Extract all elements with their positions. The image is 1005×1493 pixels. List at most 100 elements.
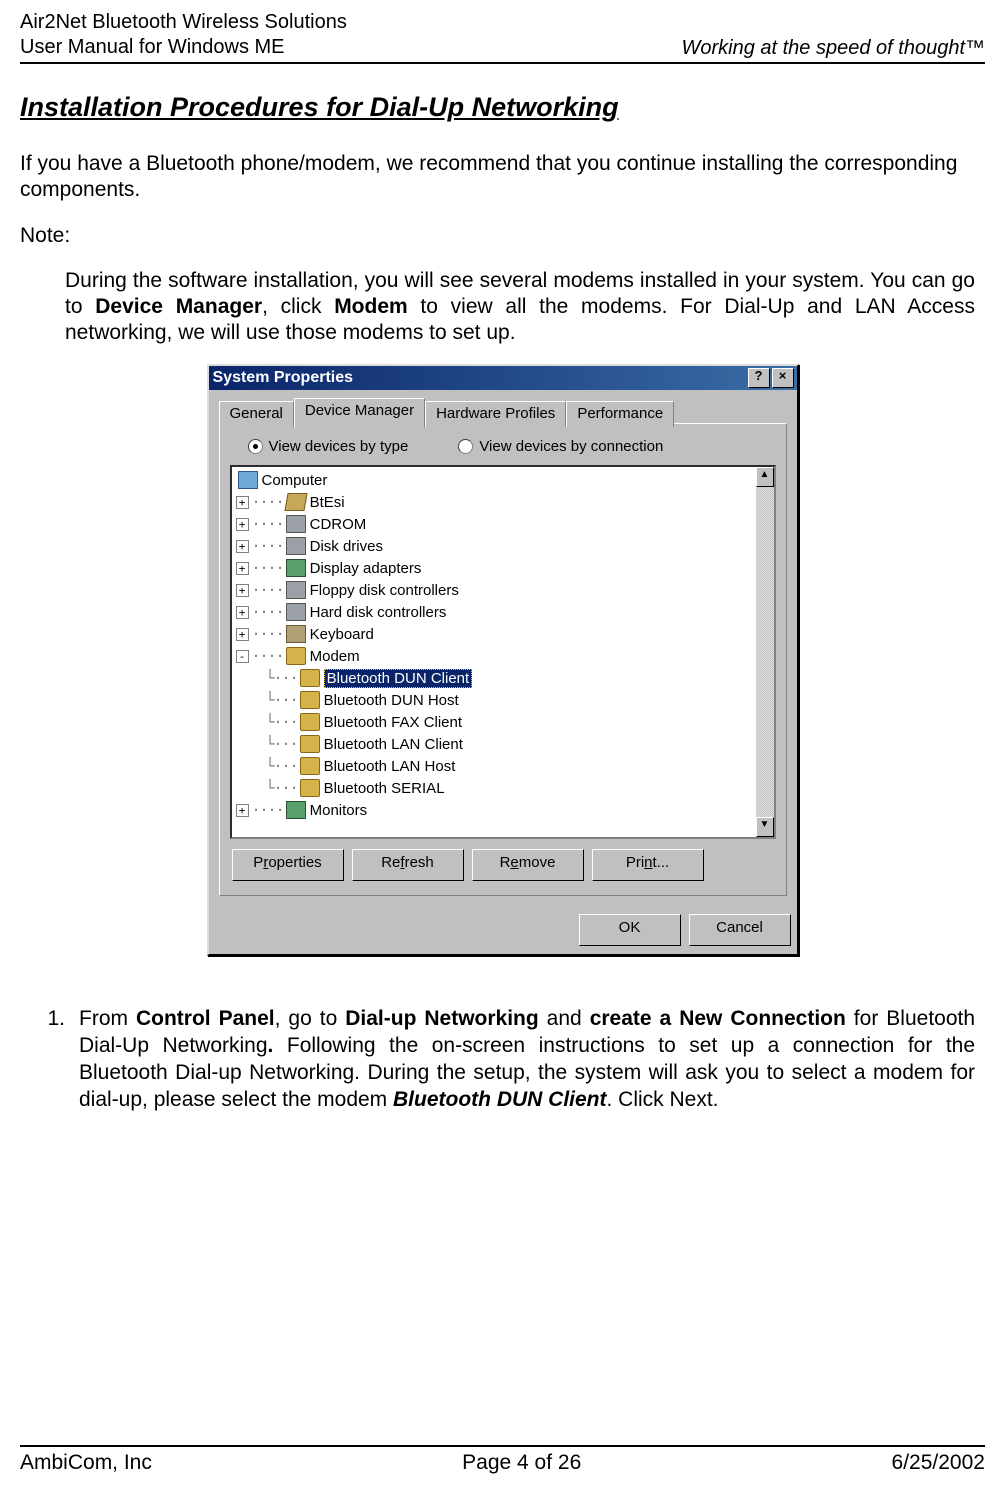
cdrom-icon: [286, 515, 306, 533]
radio-label-byconn: View devices by connection: [479, 438, 663, 455]
disk-icon: [286, 537, 306, 555]
modem-icon: [286, 647, 306, 665]
radio-icon: [248, 439, 263, 454]
intro-paragraph: If you have a Bluetooth phone/modem, we …: [20, 151, 985, 204]
b-create-new-connection: create a New Connection: [590, 1007, 846, 1030]
radio-label-bytype: View devices by type: [269, 438, 409, 455]
tree-item-monitors[interactable]: +····Monitors: [234, 799, 774, 821]
footer-date: 6/25/2002: [892, 1451, 985, 1475]
radio-view-by-connection[interactable]: View devices by connection: [458, 438, 663, 455]
tree-item-keyboard[interactable]: +····Keyboard: [234, 623, 774, 645]
header-title-line1: Air2Net Bluetooth Wireless Solutions: [20, 10, 347, 35]
note-body: During the software installation, you wi…: [65, 268, 975, 347]
radio-icon: [458, 439, 473, 454]
scroll-track[interactable]: [756, 487, 774, 817]
footer-company: AmbiCom, Inc: [20, 1451, 152, 1475]
expand-icon[interactable]: +: [236, 562, 249, 575]
tree-item-disk-drives[interactable]: +····Disk drives: [234, 535, 774, 557]
expand-icon[interactable]: +: [236, 540, 249, 553]
footer-page: Page 4 of 26: [462, 1451, 581, 1475]
modem-icon: [300, 713, 320, 731]
tab-hardware-profiles[interactable]: Hardware Profiles: [425, 401, 566, 427]
step-1: 1. From Control Panel, go to Dial-up Net…: [20, 1006, 975, 1114]
tab-performance[interactable]: Performance: [566, 401, 674, 427]
page: Air2Net Bluetooth Wireless Solutions Use…: [0, 0, 1005, 1493]
scroll-up-icon[interactable]: ▲: [756, 467, 774, 487]
tree-label: Hard disk controllers: [310, 604, 447, 621]
tree-item-bt-lan-client[interactable]: └···Bluetooth LAN Client: [234, 733, 774, 755]
bi-bluetooth-dun-client: Bluetooth DUN Client: [393, 1088, 606, 1111]
radio-view-by-type[interactable]: View devices by type: [248, 438, 409, 455]
screenshot-container: System Properties ? × General Device Man…: [20, 364, 985, 956]
tree-item-bt-dun-host[interactable]: └···Bluetooth DUN Host: [234, 689, 774, 711]
tree-item-btesi[interactable]: +····BtEsi: [234, 491, 774, 513]
expand-icon[interactable]: +: [236, 584, 249, 597]
expand-icon[interactable]: +: [236, 606, 249, 619]
expand-icon[interactable]: +: [236, 518, 249, 531]
header-tagline: Working at the speed of thought™: [681, 37, 985, 60]
modem-icon: [300, 735, 320, 753]
tree-label: Floppy disk controllers: [310, 582, 459, 599]
harddisk-icon: [286, 603, 306, 621]
help-button[interactable]: ?: [748, 368, 770, 388]
t: . Click Next.: [607, 1088, 719, 1111]
b-control-panel: Control Panel: [136, 1007, 275, 1030]
close-button[interactable]: ×: [772, 368, 794, 388]
t: and: [539, 1007, 590, 1030]
display-icon: [286, 559, 306, 577]
expand-icon[interactable]: +: [236, 628, 249, 641]
step-number: 1.: [20, 1006, 79, 1114]
t: From: [79, 1007, 136, 1030]
expand-icon[interactable]: +: [236, 496, 249, 509]
remove-button[interactable]: Remove: [472, 849, 584, 881]
scroll-down-icon[interactable]: ▼: [756, 817, 774, 837]
tree-item-modem[interactable]: -····Modem: [234, 645, 774, 667]
modem-icon: [300, 691, 320, 709]
modem-icon: [300, 757, 320, 775]
device-icon: [284, 493, 307, 511]
note-label: Note:: [20, 224, 985, 248]
tree-label: Bluetooth FAX Client: [324, 714, 462, 731]
print-button[interactable]: Print...: [592, 849, 704, 881]
tree-root[interactable]: Computer: [234, 469, 774, 491]
cancel-button[interactable]: Cancel: [689, 914, 791, 946]
tree-item-bt-serial[interactable]: └···Bluetooth SERIAL: [234, 777, 774, 799]
properties-button[interactable]: Properties: [232, 849, 344, 881]
tree-label: Monitors: [310, 802, 368, 819]
tree-label: Keyboard: [310, 626, 374, 643]
page-footer: AmbiCom, Inc Page 4 of 26 6/25/2002: [20, 1445, 985, 1475]
ok-button[interactable]: OK: [579, 914, 681, 946]
radio-row: View devices by type View devices by con…: [230, 436, 776, 465]
note-bold-device-manager: Device Manager: [95, 295, 262, 318]
scrollbar[interactable]: ▲ ▼: [756, 467, 774, 837]
tree-root-label: Computer: [262, 472, 328, 489]
header-left: Air2Net Bluetooth Wireless Solutions Use…: [20, 10, 347, 60]
tree-label: Bluetooth LAN Host: [324, 758, 456, 775]
monitor-icon: [286, 801, 306, 819]
tree-label: BtEsi: [310, 494, 345, 511]
tree-label: Bluetooth LAN Client: [324, 736, 463, 753]
device-tree[interactable]: Computer +····BtEsi +····CDROM +····Disk…: [230, 465, 776, 839]
tree-label: CDROM: [310, 516, 367, 533]
note-text-2: , click: [262, 295, 334, 318]
tab-device-manager[interactable]: Device Manager: [294, 398, 425, 428]
refresh-button[interactable]: Refresh: [352, 849, 464, 881]
tree-item-cdrom[interactable]: +····CDROM: [234, 513, 774, 535]
tree-item-display[interactable]: +····Display adapters: [234, 557, 774, 579]
tree-label: Bluetooth SERIAL: [324, 780, 445, 797]
tree-label-selected: Bluetooth DUN Client: [324, 669, 473, 688]
collapse-icon[interactable]: -: [236, 650, 249, 663]
tree-item-floppy[interactable]: +····Floppy disk controllers: [234, 579, 774, 601]
tree-item-bt-fax-client[interactable]: └···Bluetooth FAX Client: [234, 711, 774, 733]
note-bold-modem: Modem: [334, 295, 408, 318]
tree-item-bt-lan-host[interactable]: └···Bluetooth LAN Host: [234, 755, 774, 777]
tab-general[interactable]: General: [219, 401, 294, 427]
page-header: Air2Net Bluetooth Wireless Solutions Use…: [20, 10, 985, 64]
tree-item-bt-dun-client[interactable]: └···Bluetooth DUN Client: [234, 667, 774, 689]
tree-item-hard-disk[interactable]: +····Hard disk controllers: [234, 601, 774, 623]
expand-icon[interactable]: +: [236, 804, 249, 817]
tree-label: Disk drives: [310, 538, 383, 555]
dialog-title: System Properties: [213, 369, 354, 387]
system-properties-dialog: System Properties ? × General Device Man…: [207, 364, 799, 956]
modem-icon: [300, 779, 320, 797]
